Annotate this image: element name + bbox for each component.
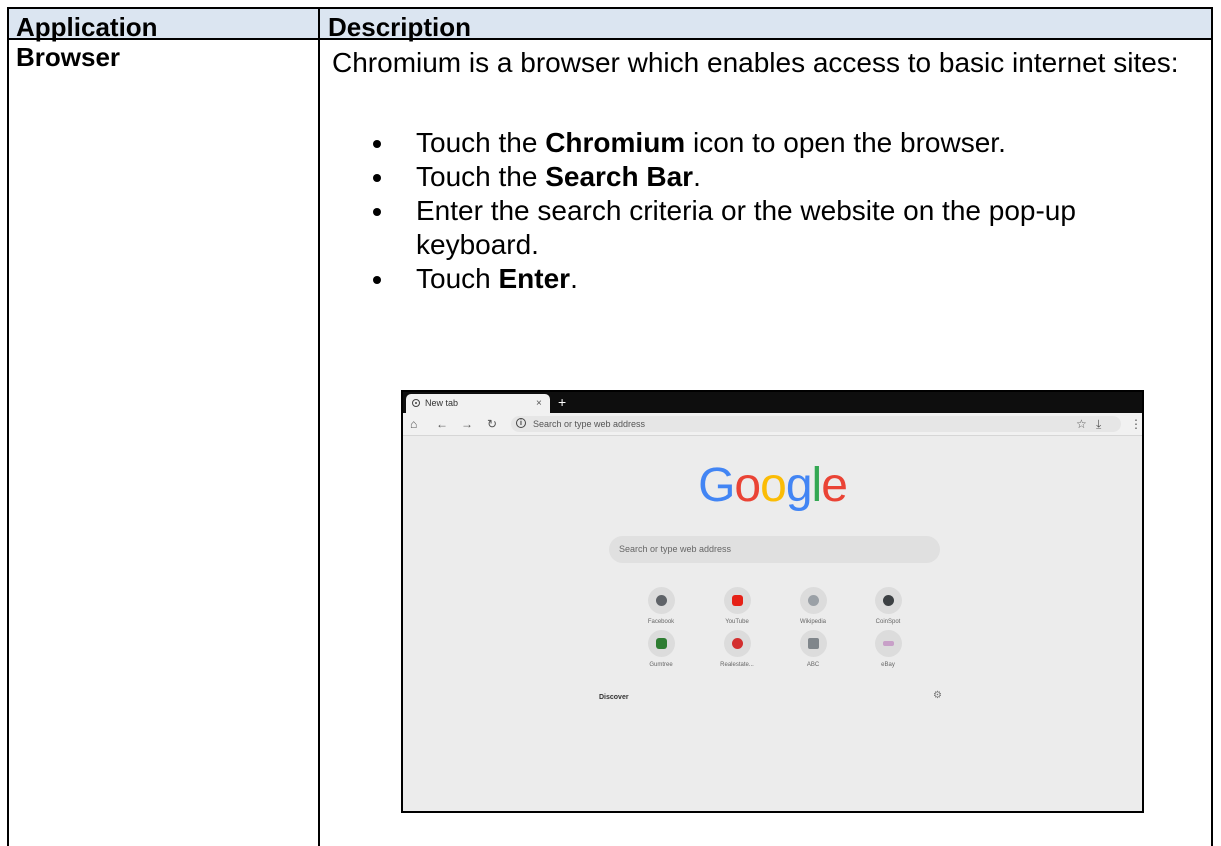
logo-letter: e <box>821 459 848 512</box>
browser-tab-strip: New tab × + <box>403 392 1142 413</box>
shortcut-label: Gumtree <box>649 662 673 668</box>
wikipedia-icon <box>799 587 827 614</box>
table-border-left <box>7 7 9 846</box>
table-border-right <box>1211 7 1213 846</box>
tab-title: New tab <box>425 398 459 408</box>
description-cell: Chromium is a browser which enables acce… <box>320 40 1200 296</box>
bullet-icon <box>373 174 381 182</box>
info-icon: i <box>516 418 526 428</box>
google-search-box[interactable]: Search or type web address <box>609 536 940 563</box>
shortcut-label: YouTube <box>725 619 749 625</box>
shortcut-label: CoinSpot <box>875 619 901 625</box>
coinspot-icon <box>874 587 902 614</box>
new-tab-button[interactable]: + <box>558 392 566 413</box>
table-border-top <box>8 7 1213 9</box>
discover-heading: Discover <box>599 694 629 701</box>
shortcut-coinspot[interactable]: CoinSpot <box>858 587 918 626</box>
youtube-icon <box>723 587 751 614</box>
instruction-item: Touch the Search Bar. <box>332 160 1200 194</box>
logo-letter: g <box>785 459 813 512</box>
bullet-icon <box>373 140 381 148</box>
google-logo: Google <box>403 458 1142 514</box>
logo-letter: G <box>698 459 735 512</box>
gear-icon[interactable]: ⚙ <box>933 690 942 701</box>
abc-icon <box>799 630 827 657</box>
ebay-icon <box>874 630 902 657</box>
instruction-item: Touch the Chromium icon to open the brow… <box>332 126 1200 160</box>
instruction-item: Enter the search criteria or the website… <box>332 194 1200 262</box>
shortcut-realestate[interactable]: Realestate... <box>707 630 767 669</box>
shortcut-label: Realestate... <box>720 662 754 668</box>
application-name: Browser <box>16 42 121 72</box>
header-application: Application <box>8 8 318 42</box>
tab-favicon-icon <box>412 399 420 407</box>
gumtree-icon <box>647 630 675 657</box>
logo-letter: o <box>760 459 787 512</box>
reload-icon[interactable]: ↻ <box>487 413 497 435</box>
download-icon[interactable]: ⤓ <box>1096 413 1101 435</box>
shortcut-wikipedia[interactable]: Wikipedia <box>783 587 843 626</box>
search-placeholder: Search or type web address <box>619 544 732 554</box>
star-icon[interactable]: ☆ <box>1076 413 1087 435</box>
shortcut-abc[interactable]: ABC <box>783 630 843 669</box>
address-bar[interactable]: i Search or type web address <box>511 416 1121 432</box>
logo-letter: l <box>811 459 823 512</box>
description-intro: Chromium is a browser which enables acce… <box>332 47 1179 78</box>
shortcut-label: eBay <box>881 662 895 668</box>
bullet-icon <box>373 276 381 284</box>
instruction-list: Touch the Chromium icon to open the brow… <box>332 126 1200 296</box>
shortcut-facebook[interactable]: Facebook <box>631 587 691 626</box>
shortcut-gumtree[interactable]: Gumtree <box>631 630 691 669</box>
back-icon[interactable]: ← <box>436 413 448 435</box>
realestate-icon <box>723 630 751 657</box>
facebook-icon <box>647 587 675 614</box>
close-icon[interactable]: × <box>536 394 542 413</box>
shortcut-label: Wikipedia <box>799 619 826 625</box>
shortcut-ebay[interactable]: eBay <box>858 630 918 669</box>
shortcut-youtube[interactable]: YouTube <box>707 587 767 626</box>
shortcut-label: ABC <box>806 662 820 668</box>
logo-letter: o <box>734 459 761 512</box>
home-icon[interactable]: ⌂ <box>410 413 417 435</box>
bullet-icon <box>373 208 381 216</box>
forward-icon[interactable]: → <box>461 413 473 435</box>
browser-toolbar: ⌂ ← → ↻ i Search or type web address ☆ ⤓… <box>403 413 1142 436</box>
menu-icon[interactable]: ⋮ <box>1130 413 1142 435</box>
browser-tab[interactable]: New tab × <box>406 394 550 413</box>
browser-screenshot: New tab × + ⌂ ← → ↻ i Search or type web… <box>401 390 1144 813</box>
instruction-item: Touch Enter. <box>332 262 1200 296</box>
header-description: Description <box>320 8 1213 42</box>
shortcut-label: Facebook <box>647 619 675 625</box>
address-bar-placeholder: Search or type web address <box>533 419 646 429</box>
